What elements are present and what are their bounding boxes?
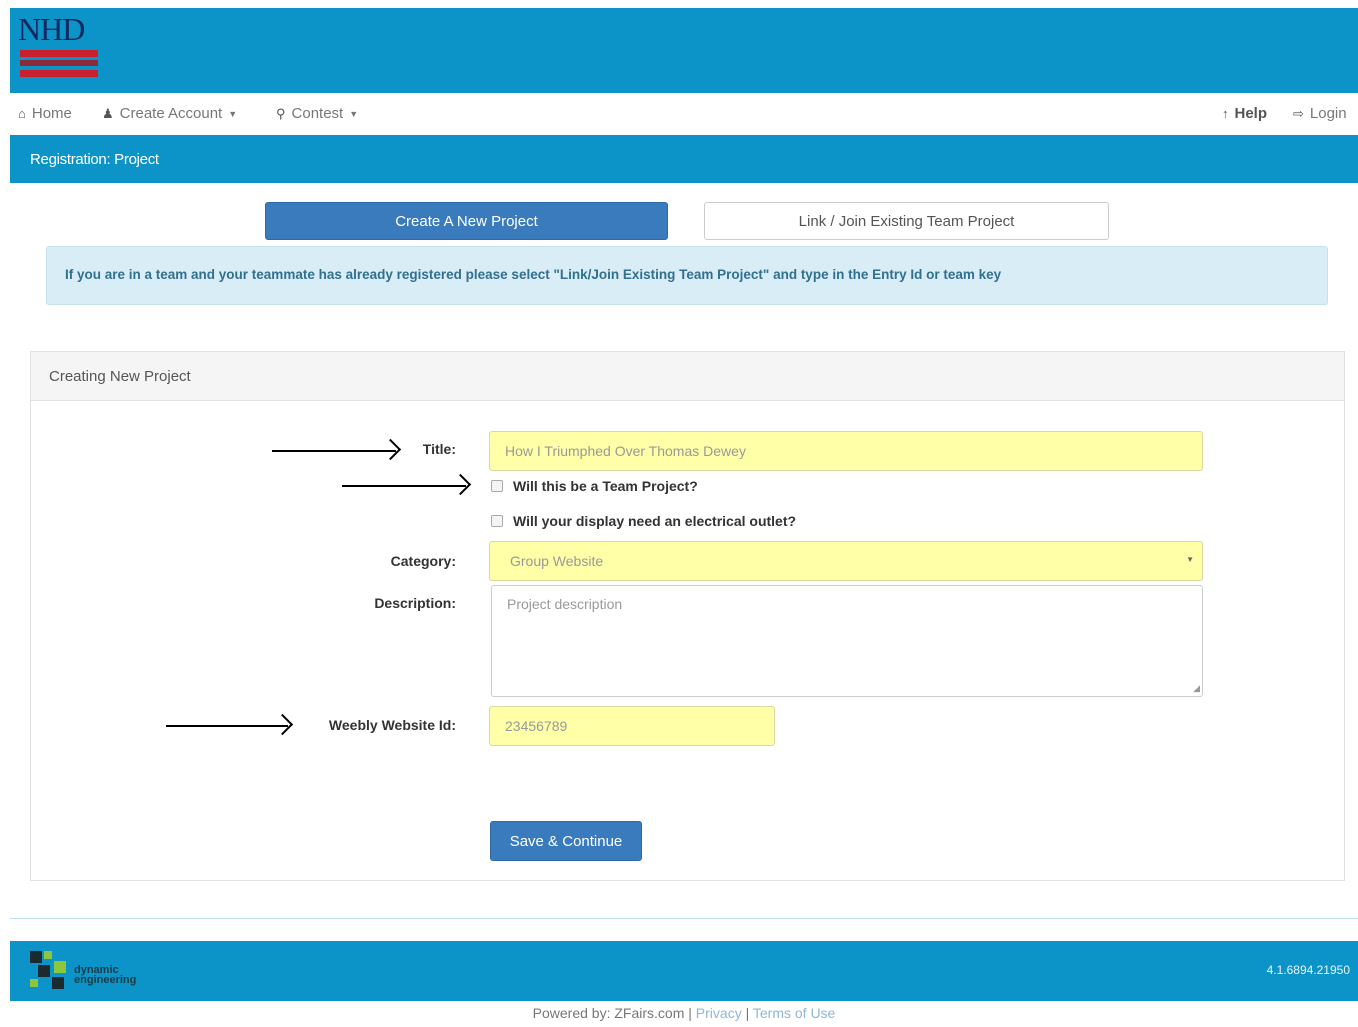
top-banner: NHD bbox=[10, 8, 1358, 93]
footer-bar: dynamic engineering 4.1.6894.21950 bbox=[10, 941, 1358, 1001]
nav-create-account[interactable]: ♟ Create Account ▼ bbox=[102, 105, 237, 122]
description-placeholder: Project description bbox=[507, 596, 623, 612]
annotation-arrow bbox=[272, 450, 396, 452]
users-icon: ♟ bbox=[102, 105, 114, 121]
nav-home-label: Home bbox=[31, 105, 72, 122]
team-project-option[interactable]: Will this be a Team Project? bbox=[491, 478, 698, 494]
caret-down-icon: ▼ bbox=[349, 108, 359, 119]
home-icon: ⌂ bbox=[18, 106, 26, 121]
footer-separator: | bbox=[688, 1005, 692, 1021]
annotation-arrow bbox=[342, 485, 466, 487]
dynamic-engineering-logo: dynamic engineering bbox=[30, 949, 160, 993]
logo-stripe bbox=[20, 70, 98, 77]
login-icon: ⇨ bbox=[1293, 105, 1304, 121]
footer-logo-text: dynamic engineering bbox=[74, 965, 137, 986]
nav-home[interactable]: ⌂ Home bbox=[18, 105, 72, 122]
panel-heading: Creating New Project bbox=[31, 352, 1344, 401]
category-selected-value: Group Website bbox=[510, 553, 604, 569]
info-alert: If you are in a team and your teammate h… bbox=[46, 246, 1328, 305]
nav-contest[interactable]: ⚲ Contest ▼ bbox=[276, 105, 358, 122]
electrical-outlet-option[interactable]: Will your display need an electrical out… bbox=[491, 513, 796, 529]
category-label: Category: bbox=[390, 553, 456, 569]
electrical-outlet-checkbox[interactable] bbox=[491, 515, 503, 527]
description-label: Description: bbox=[374, 595, 456, 611]
annotation-arrow bbox=[166, 725, 288, 727]
nav-login-label: Login bbox=[1309, 105, 1347, 122]
privacy-link[interactable]: Privacy bbox=[696, 1005, 742, 1021]
page-title: Registration: Project bbox=[30, 151, 159, 168]
footer-divider bbox=[10, 918, 1358, 919]
nav-contest-label: Contest bbox=[291, 105, 344, 122]
team-project-checkbox[interactable] bbox=[491, 480, 503, 492]
powered-by-text: Powered by: ZFairs.com bbox=[532, 1005, 685, 1021]
info-alert-text: If you are in a team and your teammate h… bbox=[65, 267, 1002, 282]
description-textarea[interactable]: Project description ◢ bbox=[491, 585, 1203, 697]
panel-heading-text: Creating New Project bbox=[49, 368, 191, 385]
page-frame: NHD ⌂ Home ♟ Create Account ▼ ⚲ Contest … bbox=[10, 8, 1358, 1027]
nhd-logo[interactable]: NHD bbox=[18, 11, 100, 84]
weebly-id-label: Weebly Website Id: bbox=[328, 717, 456, 733]
save-continue-button[interactable]: Save & Continue bbox=[490, 821, 642, 861]
help-icon: ↑ bbox=[1222, 106, 1229, 121]
title-label: Title: bbox=[422, 441, 456, 457]
nav-help[interactable]: ↑ Help bbox=[1222, 105, 1267, 122]
logo-text: NHD bbox=[18, 11, 85, 47]
footer-separator: | bbox=[745, 1005, 750, 1021]
page-subheader: Registration: Project bbox=[10, 135, 1358, 183]
nav-create-account-label: Create Account bbox=[119, 105, 223, 122]
app-version: 4.1.6894.21950 bbox=[1266, 963, 1350, 977]
nav-login[interactable]: ⇨ Login bbox=[1293, 105, 1347, 122]
nav-help-label: Help bbox=[1234, 105, 1268, 122]
caret-down-icon: ▼ bbox=[1186, 555, 1194, 564]
team-project-label: Will this be a Team Project? bbox=[513, 478, 698, 494]
resize-grip-icon[interactable]: ◢ bbox=[1193, 683, 1200, 694]
weebly-id-input[interactable]: 23456789 bbox=[489, 706, 775, 746]
title-input[interactable]: How I Triumphed Over Thomas Dewey bbox=[489, 431, 1203, 471]
terms-link[interactable]: Terms of Use bbox=[753, 1005, 835, 1021]
tab-create-new-project[interactable]: Create A New Project bbox=[265, 202, 668, 240]
powered-by-line: Powered by: ZFairs.com | Privacy | Terms… bbox=[10, 1001, 1358, 1027]
tab-link-join-project[interactable]: Link / Join Existing Team Project bbox=[704, 202, 1109, 240]
caret-down-icon: ▼ bbox=[228, 108, 238, 119]
electrical-outlet-label: Will your display need an electrical out… bbox=[513, 513, 797, 529]
logo-stripe bbox=[20, 60, 98, 66]
main-navbar: ⌂ Home ♟ Create Account ▼ ⚲ Contest ▼ ↑ … bbox=[10, 93, 1358, 136]
map-marker-icon: ⚲ bbox=[276, 105, 286, 121]
category-select[interactable]: Group Website ▼ bbox=[489, 541, 1203, 581]
logo-stripe bbox=[20, 50, 98, 57]
footer-logo-line2: engineering bbox=[74, 974, 137, 986]
